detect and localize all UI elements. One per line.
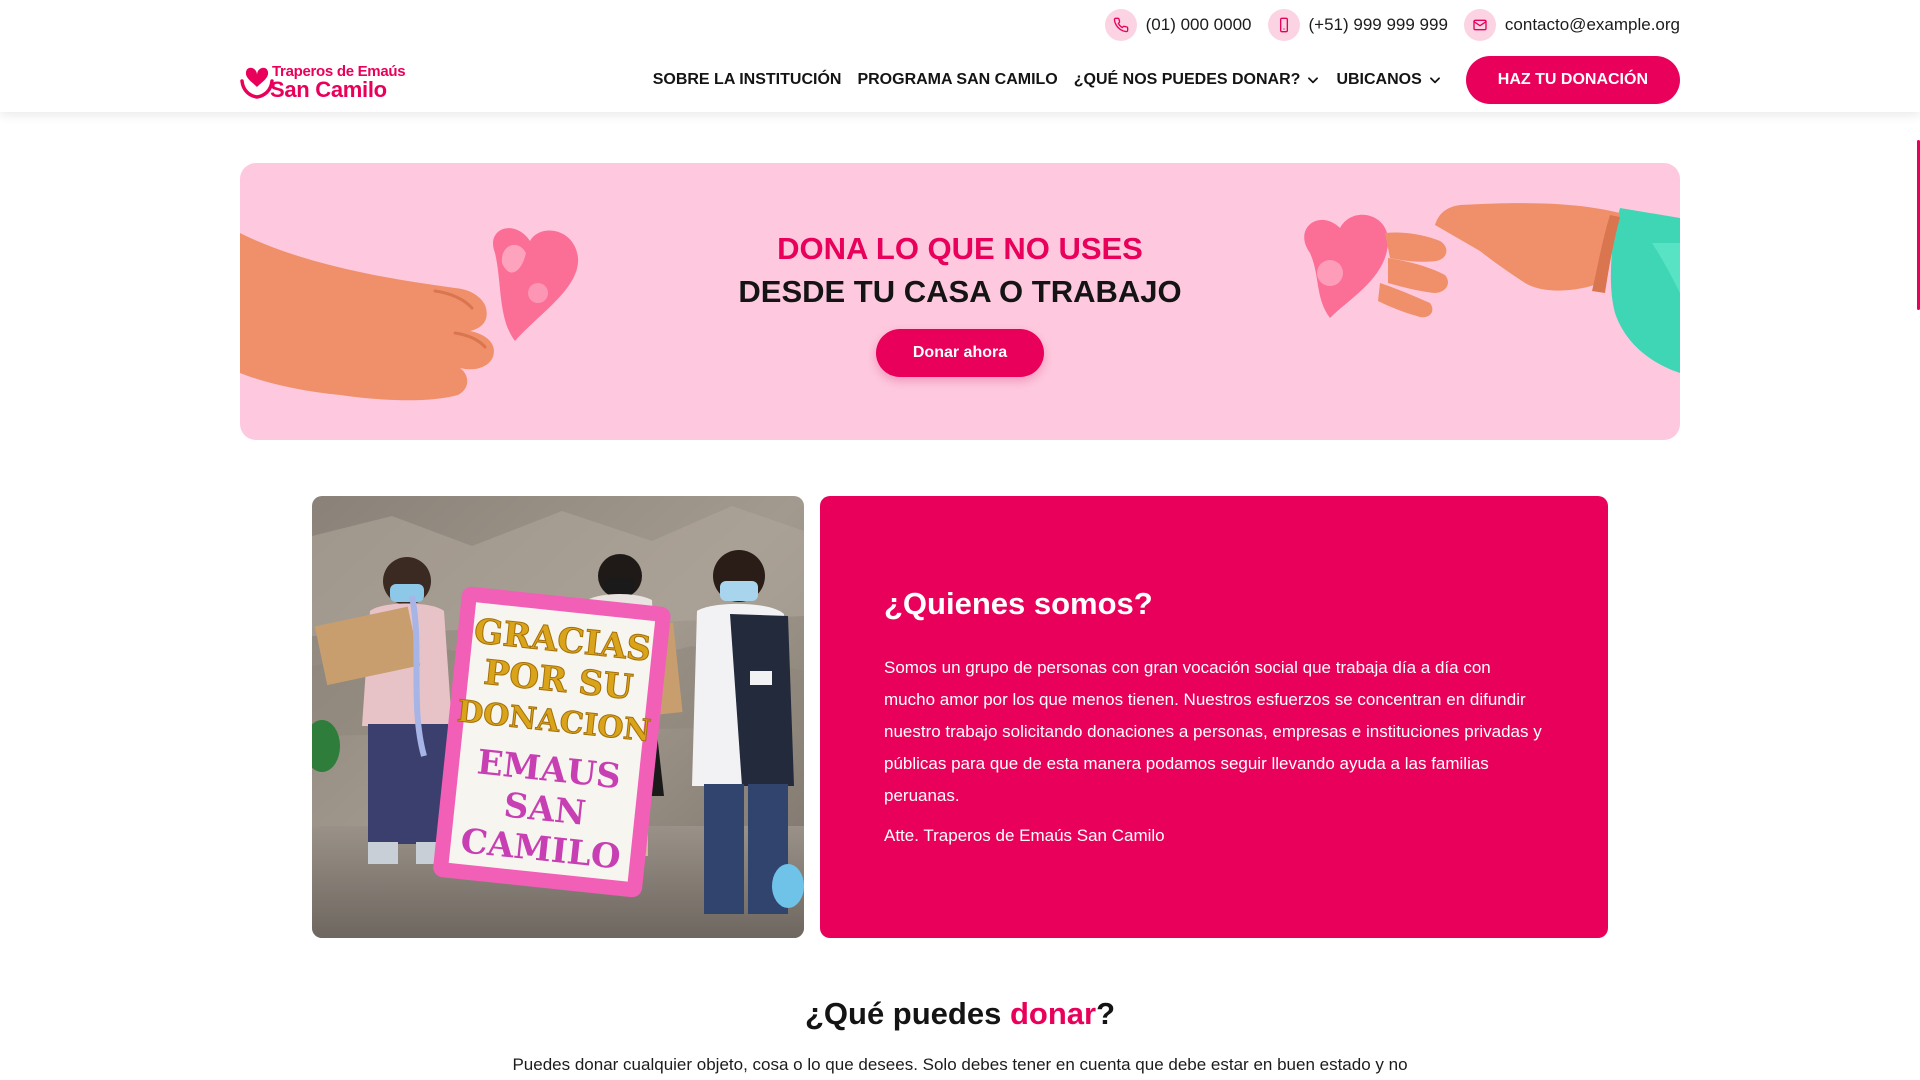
logo-line2: San Camilo [270, 77, 387, 102]
contact-mobile[interactable]: (+51) 999 999 999 [1267, 9, 1448, 41]
about-body: Somos un grupo de personas con gran voca… [884, 658, 1542, 805]
donate-section-text: Puedes donar cualquier objeto, cosa o lo… [512, 1055, 1408, 1074]
donate-section-title: ¿Qué puedes donar? [0, 996, 1920, 1032]
chevron-down-icon [1308, 77, 1319, 84]
contact-mobile-text: (+51) 999 999 999 [1308, 15, 1448, 34]
donate-title-post: ? [1096, 996, 1116, 1031]
nav-item-programa[interactable]: PROGRAMA SAN CAMILO [857, 71, 1057, 89]
nav-item-label: SOBRE LA INSTITUCIÓN [652, 71, 842, 88]
mobile-phone-icon [1267, 9, 1300, 41]
contact-email[interactable]: contacto@example.org [1463, 9, 1680, 41]
nav-item-donar[interactable]: ¿QUÉ NOS PUEDES DONAR? [1074, 71, 1321, 89]
nav-item-institucion[interactable]: SOBRE LA INSTITUCIÓN [653, 71, 842, 89]
contact-email-text: contacto@example.org [1504, 15, 1680, 34]
donate-cta-button[interactable]: HAZ TU DONACIÓN [1465, 56, 1680, 104]
banner-title-accent: DONA LO QUE NO USES [777, 231, 1143, 266]
main-nav: SOBRE LA INSTITUCIÓN PROGRAMA SAN CAMILO… [653, 55, 1680, 105]
phone-icon [1104, 9, 1137, 41]
nav-item-label: UBICANOS [1336, 71, 1422, 88]
about-title: ¿Quienes somos? [884, 586, 1153, 621]
banner-title-dark: DESDE TU CASA O TRABAJO [738, 274, 1182, 309]
heart-hands-icon [240, 67, 274, 99]
nav-item-ubicanos[interactable]: UBICANOS [1336, 71, 1441, 89]
site-logo[interactable]: Traperos de Emaús San Camilo [240, 61, 408, 102]
nav-item-label: PROGRAMA SAN CAMILO [857, 71, 1058, 88]
contact-phone[interactable]: (01) 000 0000 [1104, 9, 1252, 41]
donate-now-button[interactable]: Donar ahora [876, 329, 1044, 377]
contact-phone-text: (01) 000 0000 [1145, 15, 1252, 34]
volunteers-photo: GRACIAS POR SU DONACION EMAUS SAN CAMILO [312, 496, 804, 938]
contact-bar: (01) 000 0000 (+51) 999 999 999 contacto… [1104, 8, 1680, 42]
volunteers-photo-art: GRACIAS POR SU DONACION EMAUS SAN CAMILO [312, 496, 804, 938]
mail-icon [1463, 9, 1496, 41]
donate-title-accent: donar [1009, 996, 1097, 1031]
nav-item-label: ¿QUÉ NOS PUEDES DONAR? [1073, 71, 1301, 88]
about-card: ¿Quienes somos? Somos un grupo de person… [820, 496, 1608, 938]
donate-title-pre: ¿Qué puedes [804, 996, 1010, 1031]
chevron-down-icon [1429, 77, 1440, 84]
about-signature: Atte. Traperos de Emaús San Camilo [884, 826, 1165, 845]
site-header: (01) 000 0000 (+51) 999 999 999 contacto… [0, 0, 1920, 112]
donate-banner: DONA LO QUE NO USES DESDE TU CASA O TRAB… [240, 163, 1680, 440]
